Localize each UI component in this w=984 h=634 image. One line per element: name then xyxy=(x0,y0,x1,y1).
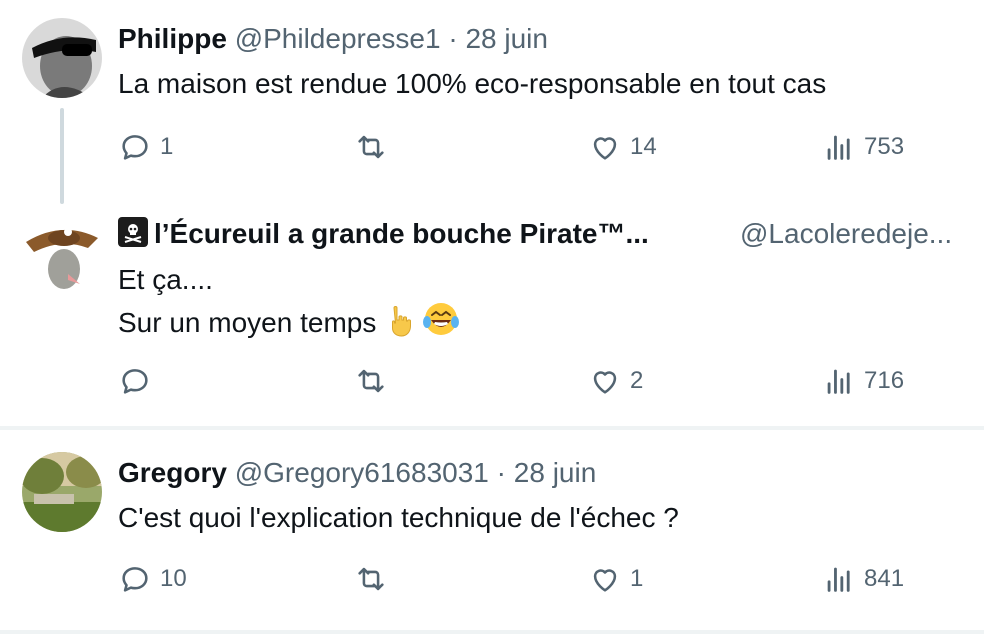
tweet-text: C'est quoi l'explication technique de l'… xyxy=(118,502,679,533)
heart-icon xyxy=(593,137,617,160)
tweet-philippe[interactable]: Philippe @Phildepresse1 · 28 juin La mai… xyxy=(0,0,984,204)
views-icon xyxy=(827,567,850,592)
views-button[interactable]: 753 xyxy=(822,130,904,164)
retweet-button[interactable] xyxy=(354,364,396,398)
separator-dot: · xyxy=(448,23,458,54)
separator-dot: · xyxy=(496,457,506,488)
like-button[interactable]: 2 xyxy=(588,364,643,398)
tweet-date[interactable]: 28 juin xyxy=(514,457,597,488)
action-bar: 1 14 753 xyxy=(118,130,918,170)
author-name[interactable]: Gregory xyxy=(118,457,227,488)
view-count: 841 xyxy=(864,565,905,592)
reply-button[interactable]: 10 xyxy=(118,562,187,596)
views-icon xyxy=(827,369,850,394)
tweet-text-line-2: Sur un moyen temps xyxy=(118,300,460,349)
laughing-tears-emoji-icon xyxy=(422,300,460,349)
like-count: 1 xyxy=(630,565,644,592)
author-name[interactable]: l’Écureuil a grande bouche Pirate™... xyxy=(154,218,649,249)
reply-icon xyxy=(122,135,148,160)
author-name[interactable]: Philippe xyxy=(118,23,227,54)
pirate-flag-icon xyxy=(118,217,148,247)
action-bar: 10 1 841 xyxy=(118,562,918,602)
tweet-date[interactable]: 28 juin xyxy=(465,23,548,54)
heart-icon xyxy=(593,371,617,394)
tweet-text: La maison est rendue 100% eco-responsabl… xyxy=(118,68,827,99)
reply-icon xyxy=(122,567,148,592)
thread-line xyxy=(60,108,64,204)
action-bar: 2 716 xyxy=(118,364,918,404)
tweet-gregory[interactable]: Gregory @Gregory61683031 · 28 juin C'est… xyxy=(0,430,984,634)
tweet-text: Sur un moyen temps xyxy=(118,307,377,338)
retweet-icon xyxy=(358,567,384,591)
author-handle[interactable]: @Phildepresse1 xyxy=(235,23,441,54)
tweet-header: l’Écureuil a grande bouche Pirate™... @L… xyxy=(118,217,952,251)
avatar[interactable] xyxy=(22,214,102,294)
reply-count: 10 xyxy=(160,565,187,592)
tweet-ecureuil[interactable]: l’Écureuil a grande bouche Pirate™... @L… xyxy=(0,200,984,426)
squirrel-pirate-avatar-icon xyxy=(22,214,102,294)
views-button[interactable]: 841 xyxy=(822,562,904,596)
views-button[interactable]: 716 xyxy=(822,364,904,398)
avatar-photo-icon xyxy=(22,18,102,98)
heart-icon xyxy=(593,569,617,592)
garden-photo-avatar-icon xyxy=(22,452,102,532)
retweet-button[interactable] xyxy=(354,562,396,596)
like-count: 14 xyxy=(630,133,657,160)
reply-button[interactable] xyxy=(118,364,160,398)
author-handle[interactable]: @Gregory61683031 xyxy=(235,457,489,488)
reply-icon xyxy=(122,369,148,394)
retweet-icon xyxy=(358,369,384,393)
view-count: 716 xyxy=(864,367,905,394)
view-count: 753 xyxy=(864,133,905,160)
like-count: 2 xyxy=(630,367,644,394)
author-handle[interactable]: @Lacoleredeje... xyxy=(740,217,952,251)
retweet-button[interactable] xyxy=(354,130,396,164)
like-button[interactable]: 14 xyxy=(588,130,657,164)
tweet-header: Philippe @Phildepresse1 · 28 juin xyxy=(118,22,548,56)
pointing-up-emoji-icon xyxy=(384,304,414,349)
tweet-text-line-1: Et ça.... xyxy=(118,264,213,295)
like-button[interactable]: 1 xyxy=(588,562,643,596)
views-icon xyxy=(827,135,850,160)
reply-count: 1 xyxy=(160,133,174,160)
avatar[interactable] xyxy=(22,452,102,532)
tweet-header: Gregory @Gregory61683031 · 28 juin xyxy=(118,456,596,490)
tweet-divider xyxy=(0,630,984,634)
reply-button[interactable]: 1 xyxy=(118,130,173,164)
retweet-icon xyxy=(358,135,384,159)
avatar[interactable] xyxy=(22,18,102,98)
